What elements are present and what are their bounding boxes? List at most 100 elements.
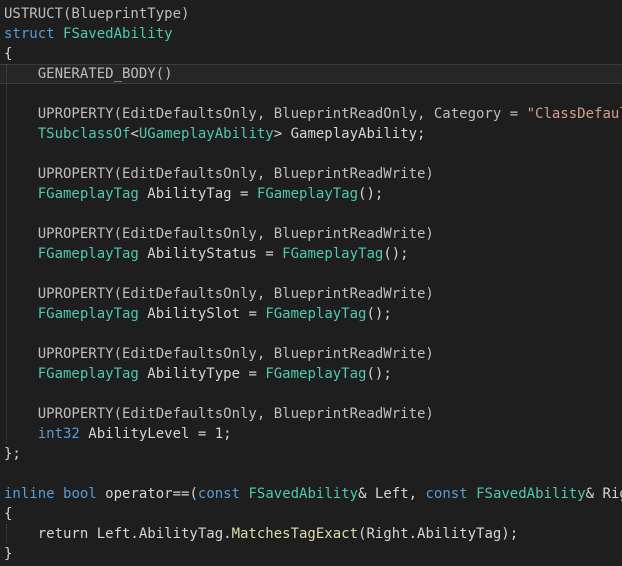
code-token: MatchesTagExact	[231, 526, 359, 542]
code-line-text: UPROPERTY(EditDefaultsOnly, BlueprintRea…	[4, 284, 434, 304]
code-line-text: TSubclassOf<UGameplayAbility> GameplayAb…	[4, 124, 426, 144]
code-token: }	[4, 546, 13, 562]
code-line[interactable]: UPROPERTY(EditDefaultsOnly, BlueprintRea…	[0, 284, 622, 304]
code-token: "ClassDefaults"	[526, 106, 622, 122]
code-line-text: return Left.AbilityTag.MatchesTagExact(R…	[4, 524, 518, 544]
code-line[interactable]: USTRUCT(BlueprintType)	[0, 4, 622, 24]
code-token: {	[4, 46, 13, 62]
code-token: FGameplayTag	[282, 246, 384, 262]
code-line-text: {	[4, 44, 12, 64]
code-token: > GameplayAbility;	[273, 126, 426, 142]
code-token: return Left.AbilityTag.	[4, 526, 232, 542]
code-line[interactable]: {	[0, 44, 622, 64]
code-line-text: int32 AbilityLevel = 1;	[4, 424, 232, 444]
code-line-text: UPROPERTY(EditDefaultsOnly, BlueprintRea…	[4, 224, 434, 244]
code-token: int32	[37, 426, 80, 442]
code-line-text: FGameplayTag AbilityStatus = FGameplayTa…	[4, 244, 409, 264]
indent-guide	[6, 524, 7, 544]
code-token: FGameplayTag	[265, 366, 367, 382]
code-line[interactable]: struct FSavedAbility	[0, 24, 622, 44]
code-line[interactable]: FGameplayTag AbilityTag = FGameplayTag()…	[0, 184, 622, 204]
code-line[interactable]: return Left.AbilityTag.MatchesTagExact(R…	[0, 524, 622, 544]
code-token: USTRUCT(BlueprintType)	[4, 6, 190, 22]
code-line-text: GENERATED_BODY()	[4, 65, 173, 83]
code-token: const	[197, 486, 241, 502]
code-line[interactable]: }	[0, 544, 622, 564]
code-line-text: }	[4, 544, 12, 564]
code-line-text: };	[4, 444, 21, 464]
code-line-text: UPROPERTY(EditDefaultsOnly, BlueprintRea…	[4, 164, 434, 184]
code-token: AbilityStatus =	[138, 246, 283, 262]
code-token: FSavedAbility	[248, 486, 359, 502]
code-token: <	[130, 126, 139, 142]
code-token: AbilityLevel = 1;	[79, 426, 232, 442]
code-line[interactable]	[0, 324, 622, 344]
code-token: bool	[63, 486, 97, 502]
code-line[interactable]: UPROPERTY(EditDefaultsOnly, BlueprintRea…	[0, 224, 622, 244]
code-line-text: UPROPERTY(EditDefaultsOnly, BlueprintRea…	[4, 344, 434, 364]
code-line[interactable]	[0, 144, 622, 164]
code-token: UGameplayAbility	[138, 126, 274, 142]
code-token: FGameplayTag	[37, 366, 139, 382]
code-token: UPROPERTY(EditDefaultsOnly, BlueprintRea…	[4, 226, 434, 242]
code-token: GENERATED_BODY()	[4, 66, 173, 82]
code-token: FGameplayTag	[37, 246, 139, 262]
code-line[interactable]: FGameplayTag AbilityType = FGameplayTag(…	[0, 364, 622, 384]
code-line[interactable]: UPROPERTY(EditDefaultsOnly, BlueprintRea…	[0, 404, 622, 424]
code-token: FGameplayTag	[37, 186, 139, 202]
code-token: const	[425, 486, 468, 502]
code-token: FGameplayTag	[256, 186, 359, 202]
code-line[interactable]: {	[0, 504, 622, 524]
code-line[interactable]: FGameplayTag AbilityStatus = FGameplayTa…	[0, 244, 622, 264]
code-line[interactable]: GENERATED_BODY()	[0, 64, 622, 84]
code-token: AbilityTag =	[138, 186, 257, 202]
code-line-text: FGameplayTag AbilitySlot = FGameplayTag(…	[4, 304, 392, 324]
code-token: {	[4, 506, 13, 522]
code-line[interactable]: inline bool operator==(const FSavedAbili…	[0, 484, 622, 504]
code-line[interactable]: UPROPERTY(EditDefaultsOnly, BlueprintRea…	[0, 164, 622, 184]
code-token: ();	[358, 186, 384, 202]
code-line[interactable]	[0, 384, 622, 404]
code-line[interactable]: FGameplayTag AbilitySlot = FGameplayTag(…	[0, 304, 622, 324]
code-token: inline	[4, 486, 55, 502]
code-line-text: {	[4, 504, 12, 524]
code-token: FSavedAbility	[476, 486, 586, 502]
code-token: ();	[366, 306, 392, 322]
code-line[interactable]	[0, 204, 622, 224]
code-token: UPROPERTY(EditDefaultsOnly, BlueprintRea…	[4, 166, 434, 182]
code-line-text: FGameplayTag AbilityTag = FGameplayTag()…	[4, 184, 384, 204]
code-token: FGameplayTag	[265, 306, 367, 322]
code-line[interactable]	[0, 84, 622, 104]
code-line-text: struct FSavedAbility	[4, 24, 173, 44]
code-token: UPROPERTY(EditDefaultsOnly, BlueprintRea…	[4, 346, 434, 362]
code-line[interactable]: TSubclassOf<UGameplayAbility> GameplayAb…	[0, 124, 622, 144]
code-line-text: FGameplayTag AbilityType = FGameplayTag(…	[4, 364, 392, 384]
indent-guide	[6, 64, 7, 444]
code-token: UPROPERTY(EditDefaultsOnly, BlueprintRea…	[4, 406, 434, 422]
code-line[interactable]: };	[0, 444, 622, 464]
code-line[interactable]: UPROPERTY(EditDefaultsOnly, BlueprintRea…	[0, 344, 622, 364]
code-line-text: UPROPERTY(EditDefaultsOnly, BlueprintRea…	[4, 104, 622, 124]
code-line-text: UPROPERTY(EditDefaultsOnly, BlueprintRea…	[4, 404, 434, 424]
code-token: };	[4, 446, 21, 462]
code-editor[interactable]: USTRUCT(BlueprintType) struct FSavedAbili…	[0, 0, 622, 566]
code-token: AbilityType =	[138, 366, 266, 382]
code-token: UPROPERTY(EditDefaultsOnly, BlueprintRea…	[4, 106, 527, 122]
code-token: & Right)	[585, 486, 622, 502]
code-token: FSavedAbility	[63, 26, 173, 42]
code-line[interactable]	[0, 464, 622, 484]
code-token: ();	[383, 246, 409, 262]
code-token: operator==(	[96, 486, 198, 502]
code-line[interactable]: UPROPERTY(EditDefaultsOnly, BlueprintRea…	[0, 104, 622, 124]
code-token: struct	[4, 26, 64, 42]
code-token: TSubclassOf	[37, 126, 131, 142]
code-line[interactable]: int32 AbilityLevel = 1;	[0, 424, 622, 444]
code-line[interactable]	[0, 264, 622, 284]
